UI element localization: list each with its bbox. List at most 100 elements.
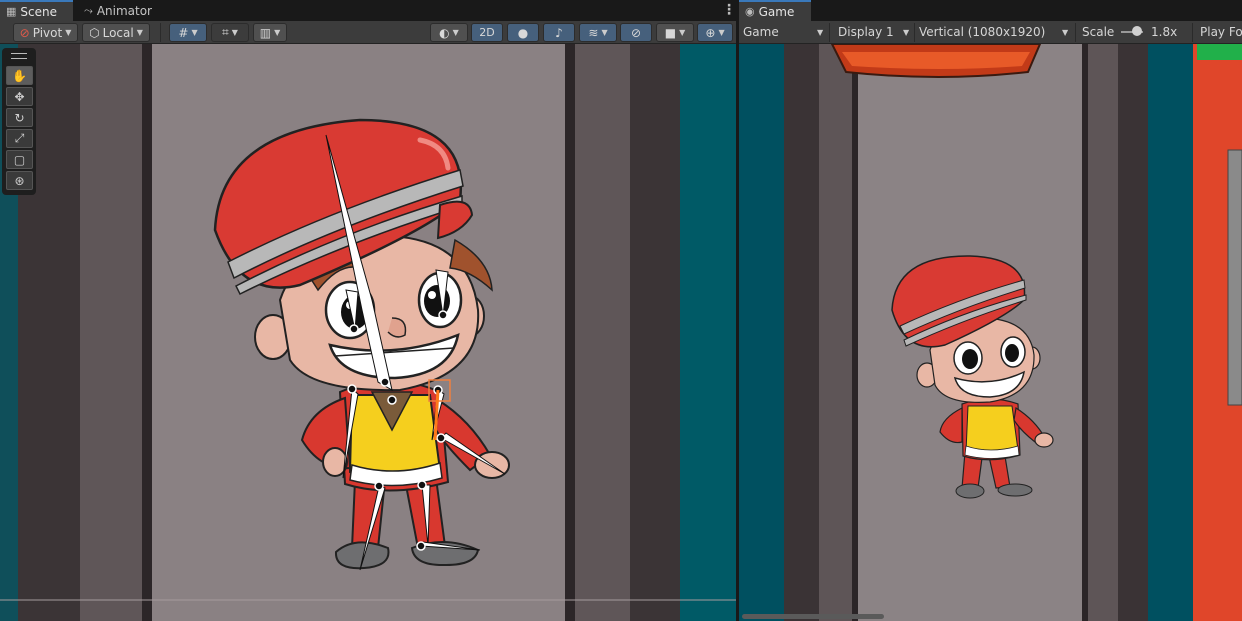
chevron-down-icon: ▼ [452,28,459,37]
scene-right-edge-line [565,44,575,621]
game-left-teal [739,44,784,621]
bulb-icon: ● [517,25,529,40]
scene-visibility-toggle[interactable]: ⊘ [620,23,652,42]
tab-scene[interactable]: ▦ Scene [0,0,73,21]
toolbar-divider [160,23,161,42]
local-label: Local [102,25,134,40]
pivot-icon: ⊘ [19,25,30,40]
tab-game-label: Game [758,4,795,19]
chevron-down-icon: ▼ [231,28,238,37]
chevron-down-icon: ▼ [274,28,281,37]
scene-right-teal-strip [680,44,736,621]
2d-label: 2D [479,26,495,39]
transform-tool-icon: ⊛ [14,173,25,188]
chevron-down-icon[interactable]: ▼ [817,28,823,37]
camera-dropdown[interactable]: ■ ▼ [656,23,694,42]
grid-icon: ▥ [259,25,272,40]
grid-snap-icon: # [178,25,189,40]
scene-left-column-shade [80,44,145,621]
scale-slider-handle[interactable] [1132,26,1142,36]
pivot-label: Pivot [32,25,63,40]
tab-scene-label: Scene [20,4,57,19]
2d-mode-toggle[interactable]: 2D [471,23,503,42]
chevron-down-icon: ▼ [679,28,686,37]
toolbar-divider [829,23,830,42]
chevron-down-icon: ▼ [718,28,725,37]
scale-tool-icon: ⤢ [14,131,25,145]
chevron-down-icon: ▼ [601,28,608,37]
lighting-toggle[interactable]: ● [507,23,539,42]
resolution-dropdown[interactable]: Vertical (1080x1920) [919,25,1045,39]
game-top-platform-highlight [842,52,1030,69]
increment-snap-icon: ⌗ [222,25,229,39]
game-tabbar: ◉ Game [739,0,1242,21]
toolbar-divider [1075,23,1076,42]
transform-tool-button[interactable]: ⊛ [6,171,33,190]
toolbar-divider [1192,23,1193,42]
pivot-dropdown[interactable]: ⊘ Pivot ▼ [13,23,78,42]
shading-icon: ◐ [439,25,450,40]
tab-animator-label: Animator [96,3,152,18]
game-canvas [739,44,1242,621]
cube-icon: ⬡ [89,25,100,40]
scene-right-column-shade [575,44,630,621]
draw-mode-dropdown[interactable]: ◐ ▼ [430,23,468,42]
audio-mute-icon: ♪ [555,25,563,40]
tab-game[interactable]: ◉ Game [739,0,811,21]
local-dropdown[interactable]: ⬡ Local ▼ [82,23,150,42]
game-right-dark-column [1118,44,1148,621]
rect-tool-icon: ▢ [13,152,26,167]
chevron-down-icon[interactable]: ▼ [1062,28,1068,37]
tab-animator[interactable]: ⤳ Animator [78,0,158,21]
game-left-column-shade [819,44,852,621]
rotate-tool-button[interactable]: ↻ [6,108,33,127]
toolbar-divider [914,23,915,42]
scale-tool-button[interactable]: ⤢ [6,129,33,148]
game-mode-label[interactable]: Game [743,25,779,39]
audio-toggle[interactable]: ♪ [543,23,575,42]
grid-snap-toggle[interactable]: # ▼ [169,23,207,42]
game-right-column-shade [1088,44,1118,621]
increment-snap-toggle[interactable]: ⌗ ▼ [211,23,249,42]
game-right-teal [1148,44,1193,621]
rect-tool-button[interactable]: ▢ [6,150,33,169]
game-toolbar: Game ▼ Display 1 ▼ Vertical (1080x1920) … [739,21,1242,44]
camera-icon: ■ [664,25,677,40]
hand-tool-button[interactable]: ✋ [6,66,33,85]
game-toolbar-spacer: ⋮ [1225,25,1239,41]
gamepad-icon: ◉ [745,5,755,18]
display-dropdown[interactable]: Display 1 [838,25,894,39]
game-panel: ◉ Game Game ▼ Display 1 ▼ Vertical (1080… [739,0,1242,621]
animator-icon: ⤳ [84,3,93,17]
hidden-eye-icon: ⊘ [630,25,642,40]
game-horizontal-scrollbar[interactable] [742,614,884,619]
scale-value: 1.8x [1151,25,1178,39]
chevron-down-icon: ▼ [136,28,143,37]
effects-dropdown[interactable]: ≋ ▼ [579,23,617,42]
scene-panel: ▦ Scene ⤳ Animator ⋮ ⊘ Pivot ▼ ⬡ Local ▼… [0,0,736,621]
game-viewport[interactable] [739,44,1242,621]
scene-left-edge-line [142,44,152,621]
chevron-down-icon: ▼ [191,28,198,37]
grid-visibility-toggle[interactable]: ▥ ▼ [253,23,287,42]
scene-viewport[interactable] [0,44,736,621]
scene-canvas [0,44,736,621]
scene-more-menu-icon[interactable]: ⋮ [722,2,736,18]
chevron-down-icon: ▼ [65,28,72,37]
game-side-widget [1227,149,1242,406]
game-right-edge [1082,44,1088,621]
move-tool-button[interactable]: ✥ [6,87,33,106]
scene-grid-icon: ▦ [6,5,17,18]
effects-icon: ≋ [588,25,599,40]
scene-tabbar: ▦ Scene ⤳ Animator ⋮ [0,0,736,21]
scene-right-dark-column [630,44,680,621]
palette-grip-icon[interactable] [11,53,27,59]
game-left-edge [852,44,858,621]
chevron-down-icon[interactable]: ▼ [903,28,909,37]
game-left-dark-column [784,44,819,621]
scene-tools-palette: ✋ ✥ ↻ ⤢ ▢ ⊛ [2,48,36,195]
gizmos-dropdown[interactable]: ⊕ ▼ [697,23,733,42]
gizmo-icon: ⊕ [705,25,716,40]
scene-toolbar: ⊘ Pivot ▼ ⬡ Local ▼ # ▼ ⌗ ▼ ▥ ▼ ◐ ▼ 2D ●… [0,21,736,44]
hand-tool-icon: ✋ [12,68,27,83]
